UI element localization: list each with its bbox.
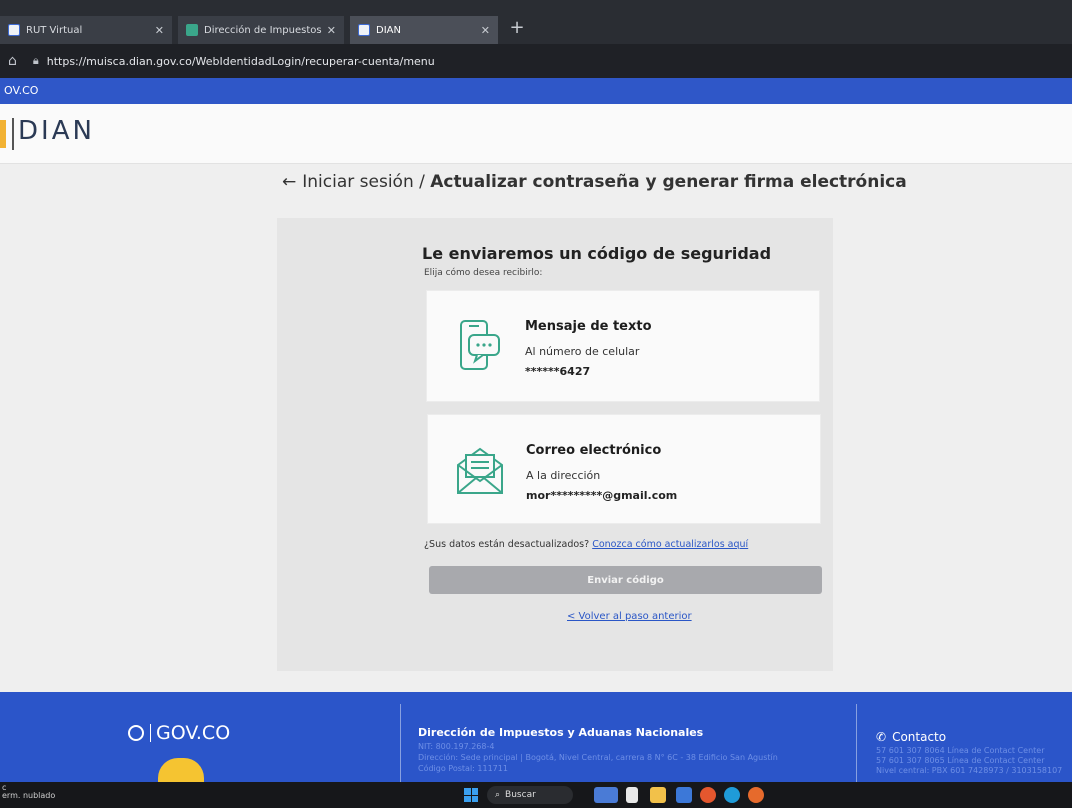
address-bar: ⌂ 🔒︎ https://muisca.dian.gov.co/WebIdent… bbox=[0, 44, 1072, 78]
search-icon: ⌕ bbox=[495, 790, 501, 800]
close-icon[interactable]: ✕ bbox=[155, 24, 164, 37]
tab-dian[interactable]: DIAN ✕ bbox=[350, 16, 498, 44]
colombia-shield-icon bbox=[128, 725, 144, 741]
firefox-icon[interactable] bbox=[748, 787, 764, 803]
org-address: Dirección: Sede principal | Bogotá, Nive… bbox=[418, 753, 778, 762]
contact-heading: ✆ Contacto bbox=[876, 730, 946, 744]
breadcrumb-current: Actualizar contraseña y generar firma el… bbox=[430, 172, 907, 192]
back-previous-step-link[interactable]: < Volver al paso anterior bbox=[567, 611, 692, 622]
dian-logo[interactable]: DIAN bbox=[18, 116, 95, 146]
tab-direccion-impuestos[interactable]: Dirección de Impuestos y Aduan ✕ bbox=[178, 16, 344, 44]
logo-divider bbox=[150, 724, 151, 742]
option-title: Mensaje de texto bbox=[525, 319, 652, 334]
security-code-card: Le enviaremos un código de seguridad Eli… bbox=[277, 218, 833, 671]
co-logo-icon bbox=[158, 758, 204, 782]
brand-header: DIAN bbox=[0, 104, 1072, 164]
page-viewport: OV.CO DIAN ← Iniciar sesión / Actualizar … bbox=[0, 78, 1072, 692]
logo-divider bbox=[12, 118, 14, 150]
weather-widget[interactable]: c erm. nublado bbox=[2, 784, 55, 800]
lock-icon[interactable]: 🔒︎ bbox=[33, 54, 39, 68]
windows-start-icon[interactable] bbox=[464, 788, 478, 802]
close-icon[interactable]: ✕ bbox=[481, 24, 490, 37]
widgets-icon[interactable] bbox=[594, 787, 618, 803]
send-code-button[interactable]: Enviar código bbox=[429, 566, 822, 594]
url-input[interactable]: https://muisca.dian.gov.co/WebIdentidadL… bbox=[47, 55, 435, 68]
store-icon[interactable] bbox=[676, 787, 692, 803]
back-arrow-icon[interactable]: ← bbox=[282, 172, 296, 192]
tab-label: Dirección de Impuestos y Aduan bbox=[204, 24, 324, 36]
site-footer: GOV.CO Dirección de Impuestos y Aduanas … bbox=[0, 692, 1072, 782]
home-icon[interactable]: ⌂ bbox=[8, 53, 17, 69]
option-description: Al número de celular bbox=[525, 345, 640, 358]
masked-phone-number: ******6427 bbox=[525, 365, 591, 378]
breadcrumb-parent-link[interactable]: Iniciar sesión bbox=[302, 172, 413, 192]
update-data-link[interactable]: Conozca cómo actualizarlos aquí bbox=[592, 539, 748, 550]
masked-email: mor*********@gmail.com bbox=[526, 489, 678, 502]
org-postal-code: Código Postal: 111711 bbox=[418, 764, 508, 773]
phone-icon: ✆ bbox=[876, 730, 887, 744]
os-taskbar: c erm. nublado ⌕ Buscar bbox=[0, 782, 1072, 808]
dian-logo-mark-icon bbox=[0, 120, 6, 148]
dian-favicon-icon bbox=[8, 24, 20, 36]
taskbar-search[interactable]: ⌕ Buscar bbox=[487, 786, 573, 804]
outdated-data-notice: ¿Sus datos están desactualizados? Conozc… bbox=[424, 539, 748, 550]
option-title: Correo electrónico bbox=[526, 443, 662, 458]
org-name: Dirección de Impuestos y Aduanas Naciona… bbox=[418, 726, 704, 739]
tab-rut-virtual[interactable]: RUT Virtual ✕ bbox=[0, 16, 172, 44]
gov-co-footer-logo[interactable]: GOV.CO bbox=[128, 722, 230, 744]
footer-divider bbox=[400, 704, 401, 782]
breadcrumb-separator: / bbox=[413, 172, 431, 192]
contact-line: Nivel central: PBX 601 7428973 / 3103158… bbox=[876, 766, 1063, 775]
edge-icon[interactable] bbox=[724, 787, 740, 803]
browser-tab-bar: RUT Virtual ✕ Dirección de Impuestos y A… bbox=[0, 0, 1072, 44]
dian-favicon-icon bbox=[358, 24, 370, 36]
option-email[interactable]: Correo electrónico A la dirección mor***… bbox=[427, 414, 821, 524]
file-explorer-icon[interactable] bbox=[650, 787, 666, 803]
tab-label: RUT Virtual bbox=[26, 24, 83, 36]
chrome-icon[interactable] bbox=[700, 787, 716, 803]
search-label: Buscar bbox=[505, 790, 536, 800]
contact-line: 57 601 307 8065 Línea de Contact Center bbox=[876, 756, 1045, 765]
card-subtitle: Elija cómo desea recibirlo: bbox=[424, 268, 543, 278]
close-icon[interactable]: ✕ bbox=[327, 24, 336, 37]
gov-co-bar[interactable]: OV.CO bbox=[0, 78, 1072, 104]
footer-divider bbox=[856, 704, 857, 782]
tab-label: DIAN bbox=[376, 24, 401, 36]
envelope-icon bbox=[457, 447, 503, 494]
new-tab-button[interactable]: + bbox=[504, 16, 530, 42]
contact-line: 57 601 307 8064 Línea de Contact Center bbox=[876, 746, 1045, 755]
gov-co-label: GOV.CO bbox=[156, 722, 231, 744]
org-nit: NIT: 800.197.268-4 bbox=[418, 742, 495, 751]
card-title: Le enviaremos un código de seguridad bbox=[422, 244, 772, 263]
dian-favicon-icon bbox=[186, 24, 198, 36]
option-description: A la dirección bbox=[526, 469, 601, 482]
breadcrumb: ← Iniciar sesión / Actualizar contraseña … bbox=[282, 172, 907, 192]
option-text-message[interactable]: Mensaje de texto Al número de celular **… bbox=[426, 290, 820, 402]
task-view-icon[interactable] bbox=[626, 787, 638, 803]
outdated-text: ¿Sus datos están desactualizados? bbox=[424, 539, 590, 550]
contact-title: Contacto bbox=[892, 730, 947, 744]
mobile-chat-icon bbox=[460, 320, 500, 370]
